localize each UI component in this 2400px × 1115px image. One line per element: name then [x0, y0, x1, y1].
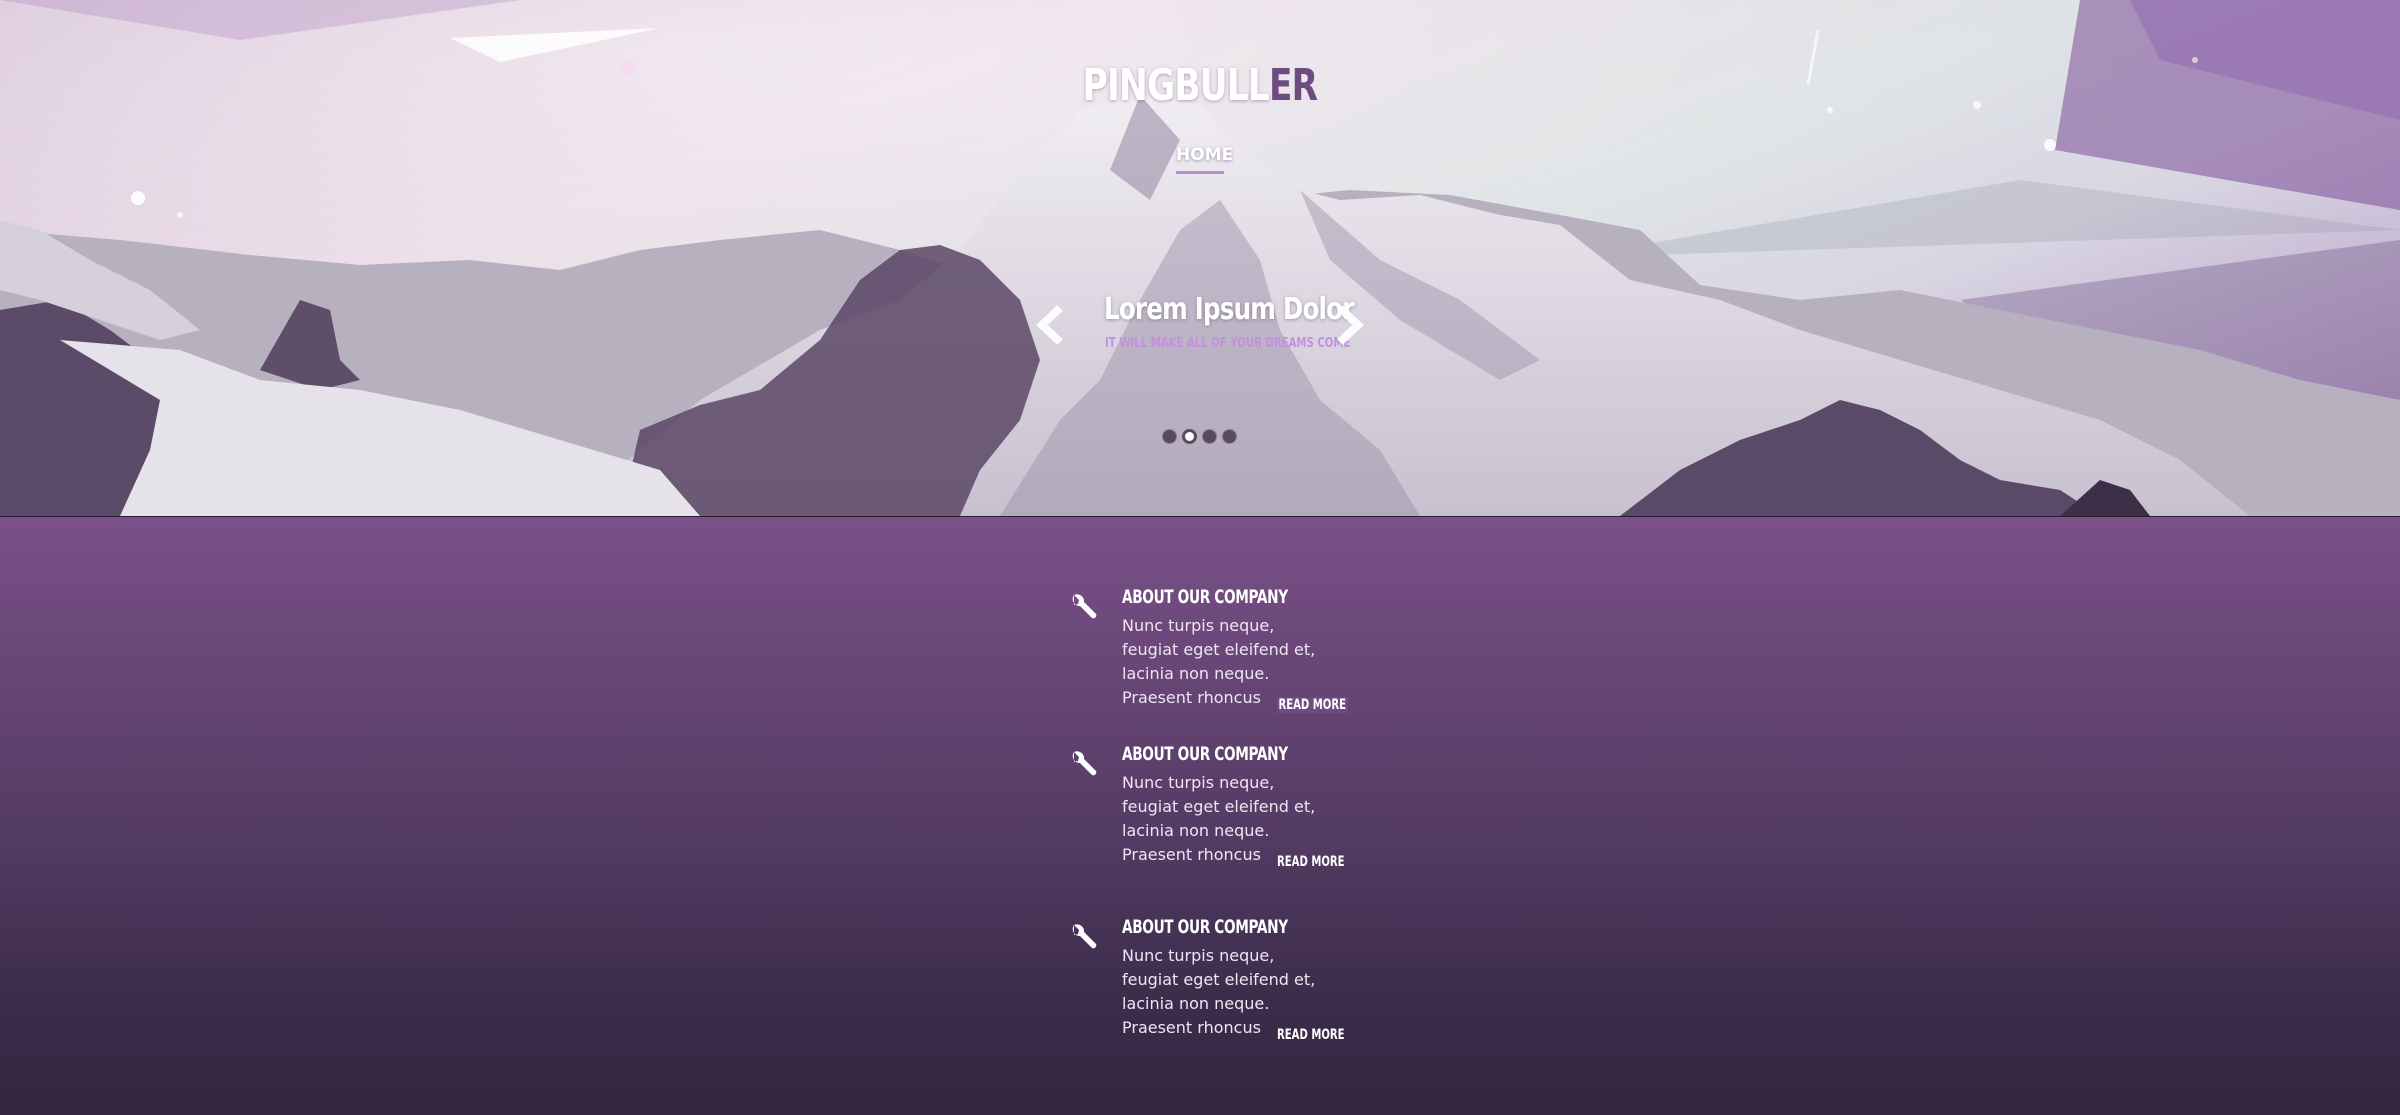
hero-banner: PINGBULLER HOME Lorem Ipsum Dolor IT WIL… — [0, 0, 2400, 517]
wrench-icon — [1072, 751, 1097, 776]
slider-dot-1[interactable] — [1162, 429, 1177, 444]
features-section: ABOUT OUR COMPANY Nunc turpis neque, feu… — [0, 517, 2400, 1115]
read-more-link[interactable]: READ MORE — [1277, 697, 1348, 713]
feature-title: ABOUT OUR COMPANY — [1122, 586, 1288, 608]
feature-title: ABOUT OUR COMPANY — [1122, 743, 1288, 765]
slider-next-icon[interactable] — [1332, 304, 1366, 346]
feature-text: Nunc turpis neque, feugiat eget eleifend… — [1122, 616, 1316, 707]
slider-prev-icon[interactable] — [1034, 304, 1068, 346]
slider-pagination — [1162, 429, 1242, 447]
slider-dot-4[interactable] — [1222, 429, 1237, 444]
slider-dot-3[interactable] — [1202, 429, 1217, 444]
read-more-link[interactable]: READ MORE — [1277, 854, 1345, 870]
slide-title: Lorem Ipsum Dolor — [1104, 292, 1354, 327]
nav-item-home[interactable]: HOME — [1176, 145, 1233, 174]
feature-title: ABOUT OUR COMPANY — [1122, 916, 1288, 938]
read-more-link[interactable]: READ MORE — [1277, 1027, 1345, 1043]
slide-subtitle: IT WILL MAKE ALL OF YOUR DREAMS COME — [1105, 336, 1351, 351]
wrench-icon — [1072, 594, 1097, 619]
site-logo[interactable]: PINGBULLER — [264, 60, 2136, 111]
slider-dot-2[interactable] — [1182, 429, 1197, 444]
wrench-icon — [1072, 924, 1097, 949]
feature-text: Nunc turpis neque, feugiat eget eleifend… — [1122, 946, 1316, 1037]
feature-text: Nunc turpis neque, feugiat eget eleifend… — [1122, 773, 1316, 864]
